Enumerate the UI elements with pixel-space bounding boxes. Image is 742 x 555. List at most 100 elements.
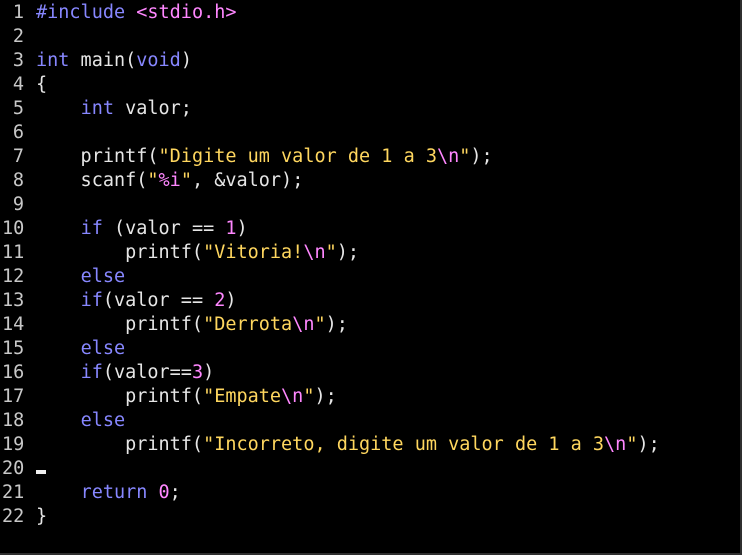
code-token-plain: ); (637, 434, 660, 455)
line-number: 14 (2, 314, 25, 335)
code-token-plain: { (36, 74, 48, 95)
code-token-keyword: int (80, 98, 114, 119)
line-code[interactable]: printf("Vitoria!\n"); (24, 241, 740, 265)
code-token-escape: \n (436, 146, 460, 167)
line-number: 16 (2, 362, 25, 383)
code-line[interactable]: 13 if(valor == 2) (0, 289, 740, 313)
code-token-plain: (valor == (102, 218, 226, 239)
code-token-string: " (314, 314, 326, 335)
line-code[interactable]: scanf("%i", &valor); (24, 169, 740, 193)
code-token-plain: ) (180, 50, 192, 71)
code-token-plain: ; (169, 482, 181, 503)
code-line[interactable]: 9 (0, 193, 740, 217)
code-token-string: " (180, 170, 192, 191)
code-lines[interactable]: 1 #include <stdio.h> 2 3 int main(void) 4{5 i… (0, 1, 740, 529)
code-line[interactable]: 1 #include <stdio.h> (0, 1, 740, 25)
code-token-plain: valor; (113, 98, 192, 119)
line-code[interactable]: else (24, 337, 740, 361)
line-code[interactable]: else (24, 265, 740, 289)
code-token-keyword: else (80, 266, 126, 287)
code-token-escape: \n (303, 242, 326, 263)
code-line[interactable]: 22} (0, 505, 740, 529)
code-token-plain: printf( (36, 314, 204, 335)
line-code[interactable]: else (24, 409, 740, 433)
code-token-plain: ) (203, 362, 215, 383)
line-code[interactable]: return 0; (24, 481, 740, 505)
line-number: 12 (2, 266, 25, 287)
code-token-plain: ); (314, 386, 337, 407)
code-line[interactable]: 19 printf("Incorreto, digite um valor de… (0, 433, 740, 457)
line-code[interactable]: printf("Derrota\n"); (24, 313, 740, 337)
code-line[interactable]: 16 if(valor==3) (0, 361, 740, 385)
code-line[interactable]: 2 (0, 25, 740, 49)
line-code[interactable]: int valor; (24, 97, 740, 121)
code-token-plain: ) (225, 290, 237, 311)
code-line[interactable]: 21 return 0; (0, 481, 740, 505)
line-code[interactable]: int main(void) (24, 49, 740, 73)
code-token-plain: printf( (36, 242, 204, 263)
code-token-keyword: return (80, 482, 148, 503)
line-code[interactable]: { (24, 73, 740, 97)
code-token-plain: , &valor); (191, 170, 304, 191)
code-token-escape: \n (292, 314, 315, 335)
code-token-keyword: else (80, 338, 126, 359)
line-code[interactable]: } (24, 505, 740, 529)
code-token-plain: printf( (36, 146, 159, 167)
code-token-keyword: int (36, 50, 70, 71)
code-token-number: 2 (214, 290, 226, 311)
code-line[interactable]: 7 printf("Digite um valor de 1 a 3\n"); (0, 145, 740, 169)
code-line[interactable]: 11 printf("Vitoria!\n"); (0, 241, 740, 265)
line-code[interactable] (24, 121, 740, 145)
code-line[interactable]: 5 int valor; (0, 97, 740, 121)
code-line[interactable]: 15 else (0, 337, 740, 361)
code-token-string: "Derrota (203, 314, 293, 335)
line-code[interactable]: #include <stdio.h> (24, 1, 740, 25)
code-line[interactable]: 17 printf("Empate\n"); (0, 385, 740, 409)
code-token-number: 0 (158, 482, 170, 503)
code-line[interactable]: 20 (0, 457, 740, 481)
line-code[interactable]: if(valor==3) (24, 361, 740, 385)
code-token-plain: ); (325, 314, 348, 335)
line-number: 10 (2, 218, 25, 239)
code-token-string: " (459, 146, 471, 167)
code-line[interactable]: 8 scanf("%i", &valor); (0, 169, 740, 193)
line-code[interactable]: printf("Empate\n"); (24, 385, 740, 409)
line-number: 7 (12, 146, 24, 167)
line-code[interactable] (24, 457, 740, 481)
code-token-string: "Empate (203, 386, 282, 407)
code-line[interactable]: 6 (0, 121, 740, 145)
code-token-plain: printf( (36, 434, 204, 455)
line-code[interactable]: if(valor == 2) (24, 289, 740, 313)
code-token-number: 1 (225, 218, 237, 239)
line-code[interactable] (24, 25, 740, 49)
code-token-preproc: #include (36, 2, 137, 23)
code-token-plain: ); (470, 146, 493, 167)
code-line[interactable]: 18 else (0, 409, 740, 433)
line-number: 11 (2, 242, 25, 263)
code-token-keyword: else (80, 410, 126, 431)
line-number: 6 (12, 122, 24, 143)
code-line[interactable]: 3 int main(void) (0, 49, 740, 73)
code-token-plain: (valor== (102, 362, 192, 383)
code-token-plain: ); (336, 242, 360, 263)
line-number: 2 (12, 26, 24, 47)
code-line[interactable]: 10 if (valor == 1) (0, 217, 740, 241)
line-number: 20 (2, 458, 25, 479)
code-line[interactable]: 4{ (0, 73, 740, 97)
code-line[interactable]: 12 else (0, 265, 740, 289)
code-editor[interactable]: 1 #include <stdio.h> 2 3 int main(void) 4{5 i… (0, 0, 742, 555)
code-line[interactable]: 14 printf("Derrota\n"); (0, 313, 740, 337)
line-number: 13 (2, 290, 25, 311)
code-token-escape: \n (604, 434, 627, 455)
line-code[interactable]: printf("Incorreto, digite um valor de 1 … (24, 433, 740, 457)
line-code[interactable]: if (valor == 1) (24, 217, 740, 241)
code-token-string: " (626, 434, 638, 455)
line-code[interactable]: printf("Digite um valor de 1 a 3\n"); (24, 145, 740, 169)
line-code[interactable] (24, 193, 740, 217)
